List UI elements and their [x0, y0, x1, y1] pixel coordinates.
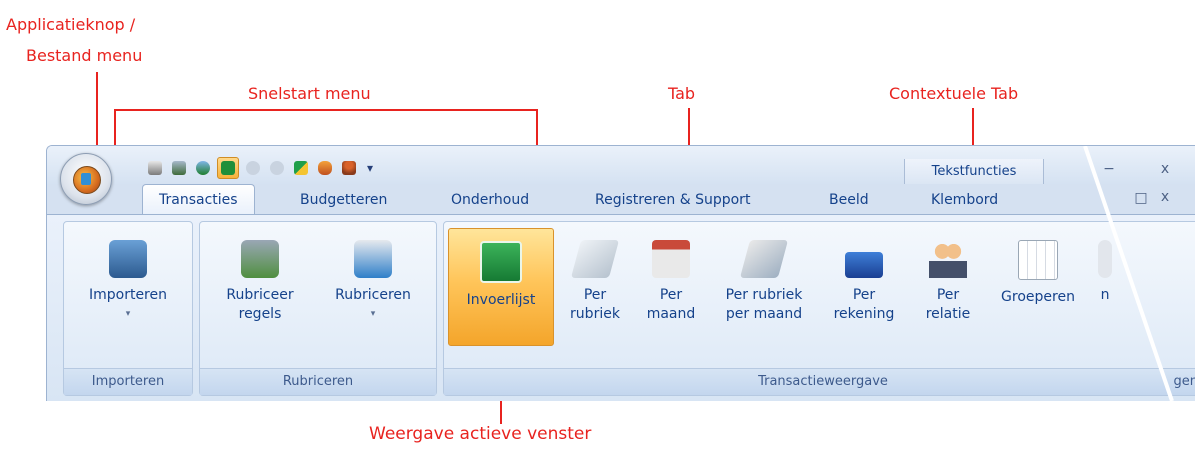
categorize-icon: [354, 240, 392, 278]
printer-icon[interactable]: [145, 158, 165, 178]
invoerlijst-button[interactable]: Invoerlijst: [448, 228, 554, 346]
group-label-text: Transactieweergave: [758, 374, 888, 389]
tab-registreren-support[interactable]: Registreren & Support: [595, 192, 750, 208]
tab-transacties[interactable]: Transacties: [142, 184, 255, 214]
bookmark-icon[interactable]: [291, 158, 311, 178]
annotation-active-view: Weergave actieve venster: [369, 424, 592, 444]
quick-access-dropdown-icon[interactable]: ▾: [367, 161, 373, 175]
per-rubriek-button[interactable]: Per rubriek: [560, 240, 630, 324]
calendar-chart-icon: [739, 240, 789, 278]
rubriceer-regels-button[interactable]: Rubriceer regels: [210, 240, 310, 324]
rules-icon: [241, 240, 279, 278]
annotation-quick-access: Snelstart menu: [248, 84, 371, 103]
forward-icon[interactable]: [267, 158, 287, 178]
annotation-app-button-line1: Applicatieknop /: [6, 15, 136, 34]
title-bar: ▾ Tekstfuncties − x: [47, 146, 1195, 184]
group-rubriceren: Rubriceer regels Rubriceren ▾ Rubriceren: [199, 221, 437, 396]
trash-icon[interactable]: [169, 158, 189, 178]
glasses-icon[interactable]: [315, 158, 335, 178]
card-icon: [845, 252, 883, 278]
rubriceren-button-label: Rubriceren: [335, 287, 411, 303]
app-logo-icon: [73, 166, 101, 194]
pointer-app-button: [96, 72, 98, 152]
per-maand-label: Per maand: [646, 287, 696, 322]
annotation-app-button-line2: Bestand menu: [26, 46, 143, 65]
application-button[interactable]: [60, 153, 112, 205]
group-importeren: Importeren ▾ Importeren: [63, 221, 193, 396]
cut-off-line: [1083, 146, 1174, 401]
per-relatie-label: Per relatie: [925, 287, 971, 322]
rubriceer-regels-label: Rubriceer regels: [226, 287, 294, 322]
euro-list-icon: [480, 241, 522, 283]
ribbon-tabs: Transacties Budgetteren Onderhoud Regist…: [47, 184, 1195, 214]
per-rubriek-per-maand-button[interactable]: Per rubriek per maand: [712, 240, 816, 324]
quick-access-toolbar: ▾: [145, 157, 373, 179]
tab-klembord[interactable]: Klembord: [931, 192, 998, 208]
chevron-down-icon: ▾: [125, 309, 131, 319]
joystick-icon[interactable]: [339, 158, 359, 178]
euro-list-icon[interactable]: [217, 157, 239, 179]
group-label-importeren: Importeren: [64, 368, 192, 395]
importeren-button[interactable]: Importeren ▾: [74, 240, 182, 324]
group-label-rubriceren: Rubriceren: [200, 368, 436, 395]
contextual-tab-header[interactable]: Tekstfuncties: [904, 159, 1044, 184]
people-icon: [929, 240, 967, 278]
per-relatie-button[interactable]: Per relatie: [912, 240, 984, 324]
tab-budgetteren[interactable]: Budgetteren: [300, 192, 387, 208]
contextual-tab-label: Tekstfuncties: [931, 164, 1017, 179]
import-bin-icon: [109, 240, 147, 278]
invoerlijst-label: Invoerlijst: [466, 292, 536, 308]
per-rekening-button[interactable]: Per rekening: [822, 240, 906, 324]
ribbon-panel: Importeren ▾ Importeren Rubriceer regels…: [47, 214, 1195, 401]
annotation-contextual-tab: Contextuele Tab: [889, 84, 1019, 103]
refresh-icon[interactable]: [193, 158, 213, 178]
application-window: ▾ Tekstfuncties − x Transacties Budgette…: [46, 145, 1195, 401]
tab-onderhoud[interactable]: Onderhoud: [451, 192, 529, 208]
annotation-tab: Tab: [668, 84, 696, 103]
bracket-quick-access-top: [114, 109, 538, 111]
per-rubriek-per-maand-label: Per rubriek per maand: [725, 287, 803, 322]
rubriceren-button[interactable]: Rubriceren ▾: [318, 240, 428, 324]
importeren-button-label: Importeren: [88, 287, 167, 303]
groeperen-label: Groeperen: [1001, 289, 1075, 305]
calendar-icon: [652, 240, 690, 278]
per-maand-button[interactable]: Per maand: [636, 240, 706, 324]
grid-icon: [1018, 240, 1058, 280]
groeperen-button[interactable]: Groeperen: [990, 240, 1086, 307]
folder-chart-icon: [570, 240, 620, 278]
tab-beeld[interactable]: Beeld: [829, 192, 869, 208]
per-rekening-label: Per rekening: [833, 287, 895, 322]
chevron-down-icon: ▾: [370, 309, 376, 319]
back-icon[interactable]: [243, 158, 263, 178]
per-rubriek-label: Per rubriek: [570, 287, 620, 322]
